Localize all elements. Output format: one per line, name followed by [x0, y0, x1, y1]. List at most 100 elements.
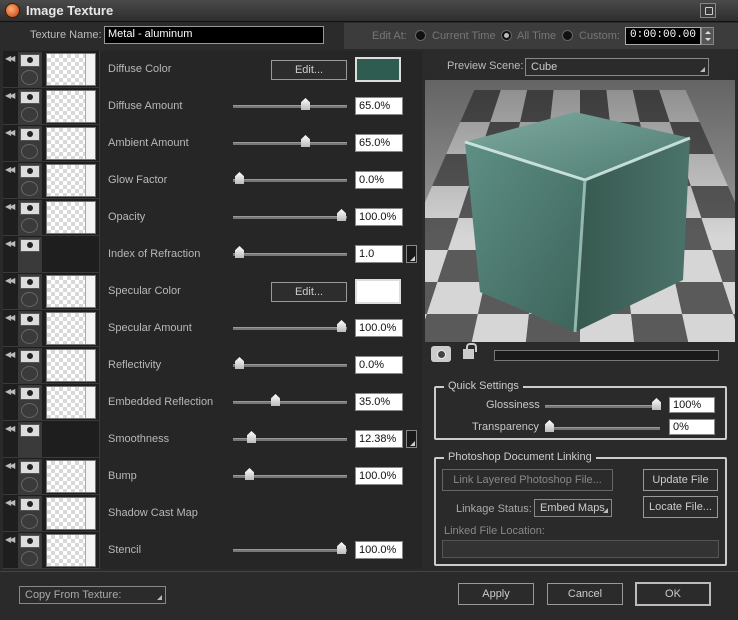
- channel-row[interactable]: ◀◀ Diffuse Amount 65.0%: [3, 88, 422, 125]
- channel-row[interactable]: ◀◀ Reflectivity 0.0%: [3, 347, 422, 384]
- channel-slider[interactable]: [233, 246, 347, 258]
- channel-row[interactable]: ◀◀ Stencil 100.0%: [3, 532, 422, 569]
- map-thumbnail[interactable]: [46, 164, 96, 197]
- channel-value-field[interactable]: 100.0%: [355, 208, 403, 226]
- expand-arrows-icon[interactable]: ◀◀: [5, 91, 15, 100]
- time-spinner[interactable]: [701, 27, 714, 45]
- link-circle-icon[interactable]: [21, 329, 38, 344]
- expand-arrows-icon[interactable]: ◀◀: [5, 461, 15, 470]
- map-thumbnail[interactable]: [46, 53, 96, 86]
- map-thumbnail[interactable]: [46, 127, 96, 160]
- link-circle-icon[interactable]: [21, 403, 38, 418]
- slider-knob[interactable]: [235, 357, 244, 369]
- expand-arrows-icon[interactable]: ◀◀: [5, 535, 15, 544]
- transparency-value[interactable]: 0%: [669, 419, 715, 435]
- eye-icon[interactable]: [20, 350, 40, 363]
- slider-knob[interactable]: [301, 135, 310, 147]
- channel-row[interactable]: ◀◀ Diffuse Color Edit...: [3, 51, 422, 88]
- texture-name-input[interactable]: Metal - aluminum: [104, 26, 324, 44]
- restore-button[interactable]: [700, 3, 716, 18]
- channel-value-field[interactable]: 0.0%: [355, 356, 403, 374]
- expand-arrows-icon[interactable]: ◀◀: [5, 424, 15, 433]
- expand-arrows-icon[interactable]: ◀◀: [5, 498, 15, 507]
- channel-value-field[interactable]: 1.0: [355, 245, 403, 263]
- map-thumbnail[interactable]: [46, 460, 96, 493]
- channel-row[interactable]: ◀◀ Glow Factor 0.0%: [3, 162, 422, 199]
- eye-icon[interactable]: [20, 54, 40, 67]
- slider-knob[interactable]: [235, 172, 244, 184]
- edit-color-button[interactable]: Edit...: [271, 282, 347, 302]
- expand-corner-icon[interactable]: [406, 245, 417, 263]
- expand-arrows-icon[interactable]: ◀◀: [5, 239, 15, 248]
- expand-arrows-icon[interactable]: ◀◀: [5, 276, 15, 285]
- eye-icon[interactable]: [20, 313, 40, 326]
- slider-knob[interactable]: [337, 209, 346, 221]
- link-circle-icon[interactable]: [21, 477, 38, 492]
- edit-color-button[interactable]: Edit...: [271, 60, 347, 80]
- color-swatch[interactable]: [355, 57, 401, 82]
- channel-slider[interactable]: [233, 320, 347, 332]
- link-circle-icon[interactable]: [21, 292, 38, 307]
- map-thumbnail[interactable]: [46, 90, 96, 123]
- preview-viewport[interactable]: [425, 80, 735, 342]
- channel-row[interactable]: ◀◀ Bump 100.0%: [3, 458, 422, 495]
- eye-icon[interactable]: [20, 535, 40, 548]
- eye-icon[interactable]: [20, 276, 40, 289]
- expand-arrows-icon[interactable]: ◀◀: [5, 313, 15, 322]
- glossiness-slider[interactable]: [545, 398, 661, 410]
- channel-value-field[interactable]: 100.0%: [355, 541, 403, 559]
- eye-icon[interactable]: [20, 128, 40, 141]
- link-circle-icon[interactable]: [21, 366, 38, 381]
- channel-row[interactable]: ◀◀ Shadow Cast Map: [3, 495, 422, 532]
- eye-icon[interactable]: [20, 424, 40, 437]
- channel-row[interactable]: ◀◀ Embedded Reflection 35.0%: [3, 384, 422, 421]
- custom-radio[interactable]: [562, 30, 573, 41]
- map-thumbnail[interactable]: [46, 312, 96, 345]
- ok-button[interactable]: OK: [635, 582, 711, 606]
- locate-file-button[interactable]: Locate File...: [643, 496, 718, 518]
- channel-slider[interactable]: [233, 98, 347, 110]
- expand-arrows-icon[interactable]: ◀◀: [5, 165, 15, 174]
- map-thumbnail[interactable]: [46, 275, 96, 308]
- link-circle-icon[interactable]: [21, 144, 38, 159]
- eye-icon[interactable]: [20, 239, 40, 252]
- channel-row[interactable]: ◀◀ Specular Color Edit...: [3, 273, 422, 310]
- map-thumbnail[interactable]: [46, 497, 96, 530]
- expand-arrows-icon[interactable]: ◀◀: [5, 128, 15, 137]
- slider-knob[interactable]: [271, 394, 280, 406]
- current-time-radio[interactable]: [415, 30, 426, 41]
- eye-icon[interactable]: [20, 165, 40, 178]
- expand-arrows-icon[interactable]: ◀◀: [5, 54, 15, 63]
- preview-scene-dropdown[interactable]: Cube: [525, 58, 709, 76]
- link-circle-icon[interactable]: [21, 514, 38, 529]
- channel-value-field[interactable]: 100.0%: [355, 467, 403, 485]
- expand-arrows-icon[interactable]: ◀◀: [5, 387, 15, 396]
- channel-value-field[interactable]: 12.38%: [355, 430, 403, 448]
- transparency-slider[interactable]: [545, 420, 660, 432]
- slider-knob[interactable]: [247, 431, 256, 443]
- channel-slider[interactable]: [233, 431, 347, 443]
- channel-value-field[interactable]: 0.0%: [355, 171, 403, 189]
- link-circle-icon[interactable]: [21, 551, 38, 566]
- link-circle-icon[interactable]: [21, 181, 38, 196]
- channel-value-field[interactable]: 65.0%: [355, 97, 403, 115]
- slider-knob[interactable]: [337, 542, 346, 554]
- channel-value-field[interactable]: 100.0%: [355, 319, 403, 337]
- eye-icon[interactable]: [20, 91, 40, 104]
- unlock-icon[interactable]: [463, 343, 477, 359]
- map-thumbnail[interactable]: [46, 534, 96, 567]
- channel-slider[interactable]: [233, 394, 347, 406]
- eye-icon[interactable]: [20, 387, 40, 400]
- channel-slider[interactable]: [233, 542, 347, 554]
- link-circle-icon[interactable]: [21, 218, 38, 233]
- slider-knob[interactable]: [235, 246, 244, 258]
- channel-slider[interactable]: [233, 135, 347, 147]
- expand-corner-icon[interactable]: [406, 430, 417, 448]
- link-photoshop-button[interactable]: Link Layered Photoshop File...: [442, 469, 613, 491]
- link-circle-icon[interactable]: [21, 107, 38, 122]
- transparency-slider-knob[interactable]: [545, 420, 554, 432]
- glossiness-value[interactable]: 100%: [669, 397, 715, 413]
- channel-row[interactable]: ◀◀ Index of Refraction 1.0: [3, 236, 422, 273]
- slider-knob[interactable]: [245, 468, 254, 480]
- cancel-button[interactable]: Cancel: [547, 583, 623, 605]
